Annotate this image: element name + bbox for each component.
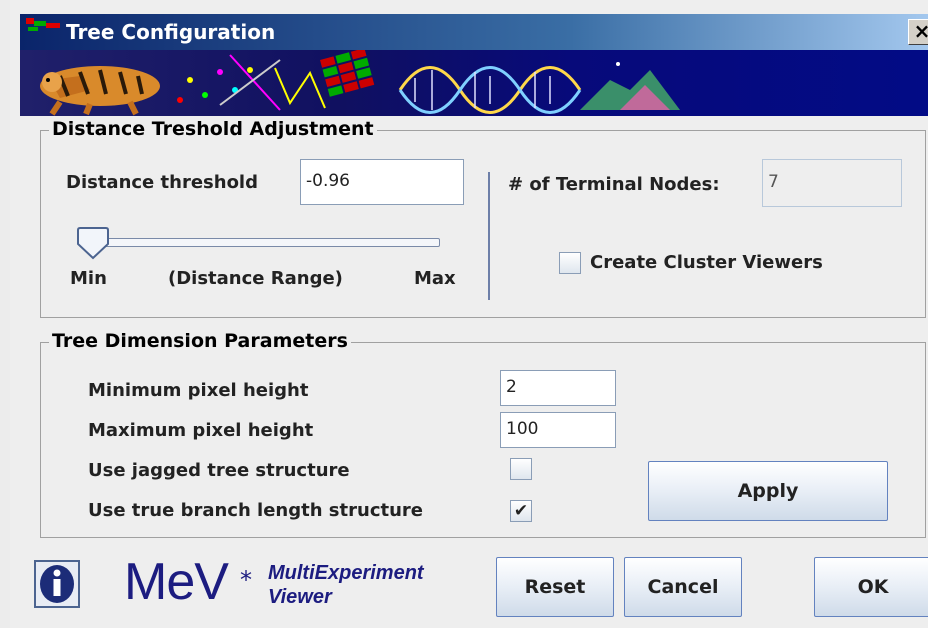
app-icon: [26, 18, 60, 31]
close-icon: ×: [913, 19, 928, 43]
jagged-tree-checkbox[interactable]: [510, 458, 532, 480]
checkmark-icon: ✔: [513, 501, 529, 521]
info-icon[interactable]: [34, 560, 80, 608]
min-pixel-height-label: Minimum pixel height: [88, 380, 309, 401]
cancel-button[interactable]: Cancel: [624, 557, 742, 617]
title-bar[interactable]: Tree Configuration ×: [20, 14, 928, 50]
group-divider: [488, 172, 490, 300]
create-cluster-viewers-checkbox[interactable]: [559, 252, 581, 274]
slider-min-label: Min: [70, 268, 107, 289]
create-cluster-viewers-label[interactable]: Create Cluster Viewers: [590, 252, 823, 273]
distance-threshold-label: Distance threshold: [66, 172, 258, 193]
distance-slider-thumb[interactable]: [76, 226, 110, 260]
apply-button[interactable]: Apply: [648, 461, 888, 521]
dimension-group-title: Tree Dimension Parameters: [49, 330, 351, 352]
tiger-graphic: [40, 66, 160, 116]
distance-group-title: Distance Treshold Adjustment: [49, 118, 377, 140]
terminal-nodes-label: # of Terminal Nodes:: [508, 174, 720, 195]
close-button[interactable]: ×: [908, 19, 928, 45]
dna-helix-graphic: [398, 66, 582, 114]
banner-image: [20, 50, 928, 116]
reset-button[interactable]: Reset: [496, 557, 614, 617]
mountain-graphic: [580, 62, 680, 110]
tree-configuration-dialog: Tree Configuration × Distance Treshold A…: [0, 0, 928, 628]
ok-button[interactable]: OK: [814, 557, 928, 617]
max-pixel-height-input[interactable]: 100: [500, 412, 616, 448]
slider-max-label: Max: [414, 268, 456, 289]
min-pixel-height-input[interactable]: 2: [500, 370, 616, 406]
distance-slider-track[interactable]: [80, 238, 440, 247]
distance-threshold-input[interactable]: -0.96: [300, 159, 464, 205]
mev-logo-subtitle-1: MultiExperiment: [268, 562, 424, 584]
jagged-tree-label: Use jagged tree structure: [88, 460, 350, 481]
mev-logo-subtitle-2: Viewer: [268, 586, 332, 608]
true-branch-length-checkbox[interactable]: ✔: [510, 500, 532, 522]
slider-range-label: (Distance Range): [168, 268, 343, 289]
microarray-graphic: [177, 50, 375, 111]
terminal-nodes-field: 7: [762, 159, 902, 207]
mev-logo-star: *: [240, 566, 252, 594]
max-pixel-height-label: Maximum pixel height: [88, 420, 314, 441]
window-title: Tree Configuration: [66, 20, 276, 44]
true-branch-length-label: Use true branch length structure: [88, 500, 423, 521]
mev-logo-text: MeV: [124, 553, 229, 611]
